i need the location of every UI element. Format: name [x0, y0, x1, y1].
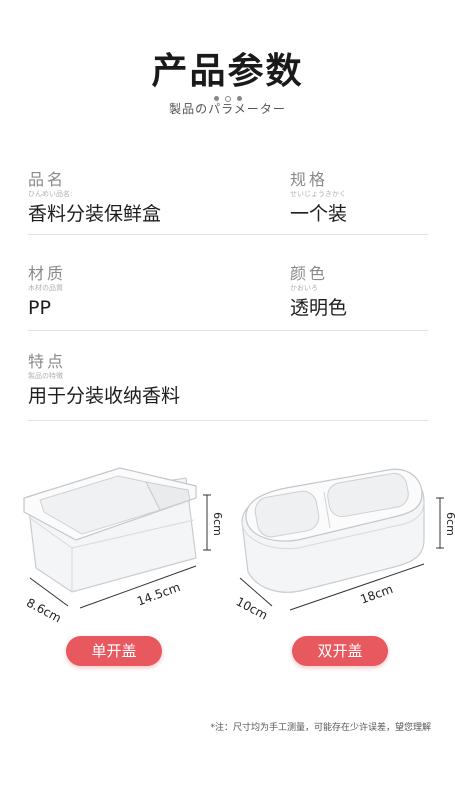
spec-material-value: PP — [28, 297, 51, 319]
spec-color-ruby: かおいろ — [290, 284, 318, 292]
spec-material-ruby: 木材の品質 — [28, 284, 63, 292]
divider — [28, 234, 428, 235]
double-lid-box-image: 6cm 10cm 18cm — [234, 468, 455, 623]
single-lid-box-image: 6cm 8.6cm 14.5cm — [23, 467, 224, 626]
spec-size-ruby: せいじょうきかく — [290, 190, 346, 198]
measurement-note: *注：尺寸均为手工测量，可能存在少许误差，望您理解 — [210, 723, 431, 733]
divider — [28, 420, 428, 421]
spec-size-value: 一个装 — [290, 203, 348, 225]
single-height-label: 6cm — [211, 512, 224, 536]
spec-name-value: 香料分装保鲜盒 — [28, 203, 162, 225]
spec-name-ruby: ひんめい品名: — [28, 190, 73, 198]
spec-feature-value: 用于分装收纳香料 — [28, 385, 181, 407]
page-title: 产品参数 — [151, 51, 304, 92]
single-width-label: 8.6cm — [24, 596, 64, 626]
single-length-label: 14.5cm — [135, 580, 182, 609]
spec-name-label: 品名 — [28, 170, 67, 189]
spec-material-label: 材质 — [28, 264, 67, 283]
spec-color: 颜色 かおいろ 透明色 — [290, 265, 347, 320]
double-length-label: 18cm — [358, 582, 394, 607]
spec-name: 品名 ひんめい品名: 香料分装保鲜盒 — [28, 171, 161, 226]
single-lid-badge: 单开盖 — [66, 636, 162, 666]
page-subtitle: 製品のパラメーター — [169, 102, 286, 116]
spec-feature-ruby: 製品の特徴 — [28, 372, 63, 380]
spec-size-label: 规格 — [290, 170, 329, 189]
spec-material: 材质 木材の品質 PP — [28, 265, 66, 320]
spec-size: 规格 せいじょうきかく 一个装 — [290, 171, 347, 226]
spec-feature: 特点 製品の特徴 用于分装收纳香料 — [28, 353, 180, 408]
double-lid-badge: 双开盖 — [292, 636, 388, 666]
spec-feature-label: 特点 — [28, 352, 67, 371]
double-width-label: 10cm — [234, 594, 270, 622]
spec-color-label: 颜色 — [290, 264, 329, 283]
spec-color-value: 透明色 — [290, 297, 348, 319]
double-height-label: 6cm — [444, 512, 455, 536]
divider — [28, 330, 428, 331]
